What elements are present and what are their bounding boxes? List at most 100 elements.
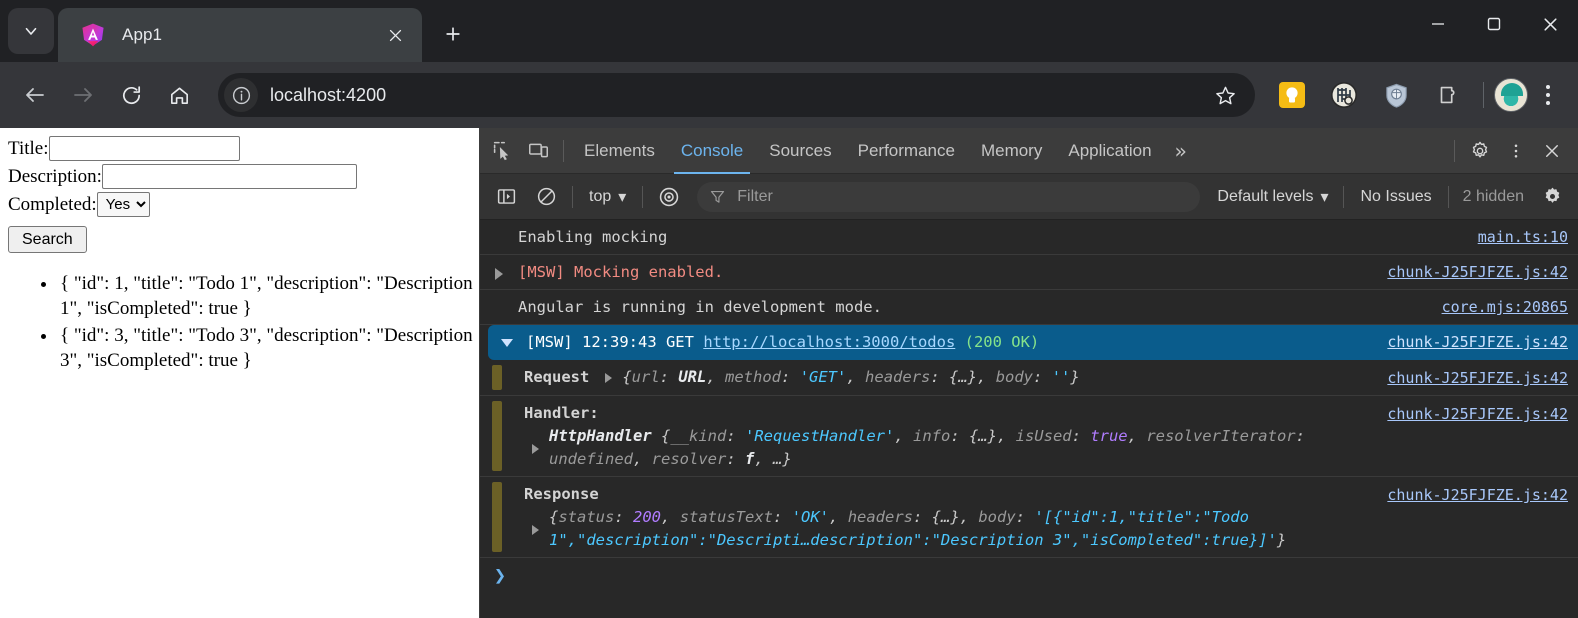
entry-source-link[interactable]: chunk-J25FJFZE.js:42 bbox=[1387, 483, 1568, 507]
minimize-icon bbox=[1432, 23, 1444, 25]
console-prompt[interactable]: ❯ bbox=[480, 558, 1578, 592]
tab-performance[interactable]: Performance bbox=[845, 128, 968, 174]
token-str: 'OK' bbox=[791, 508, 830, 526]
avatar[interactable] bbox=[1494, 78, 1528, 112]
entry-source-link[interactable]: chunk-J25FJFZE.js:42 bbox=[1387, 402, 1568, 426]
message-text: Angular is running in development mode. bbox=[518, 298, 882, 316]
search-button[interactable]: Search bbox=[8, 226, 87, 253]
close-icon bbox=[389, 29, 401, 41]
chevron-down-icon: ▾ bbox=[1320, 188, 1329, 206]
token-key: statusText bbox=[679, 508, 774, 526]
forward-button[interactable] bbox=[60, 72, 106, 118]
new-tab-button[interactable] bbox=[434, 15, 472, 53]
live-expression-icon bbox=[660, 187, 679, 206]
extension-circuit-button[interactable] bbox=[1324, 75, 1364, 115]
minimize-button[interactable] bbox=[1410, 0, 1466, 48]
title-input[interactable] bbox=[48, 136, 240, 161]
extension-lightbulb-button[interactable] bbox=[1272, 75, 1312, 115]
description-label: Description: bbox=[8, 166, 102, 187]
expand-triangle-icon[interactable] bbox=[605, 373, 613, 383]
devtools-overflow-button[interactable]: » bbox=[1165, 139, 1197, 163]
token-punct: } bbox=[1276, 531, 1287, 549]
site-info-button[interactable] bbox=[224, 78, 258, 112]
collapse-triangle-icon[interactable] bbox=[501, 339, 513, 347]
console-sidebar-icon bbox=[497, 189, 515, 204]
request-url-link[interactable]: http://localhost:3000/todos bbox=[703, 333, 955, 351]
entry-content: Request {url: URL, method: 'GET', headers… bbox=[502, 365, 1387, 390]
log-levels-select[interactable]: Default levels ▾ bbox=[1210, 184, 1335, 210]
window-close-button[interactable] bbox=[1522, 0, 1578, 48]
reload-button[interactable] bbox=[108, 72, 154, 118]
bookmark-button[interactable] bbox=[1203, 73, 1247, 117]
token-key: info bbox=[912, 427, 951, 445]
console-filter-box[interactable] bbox=[697, 181, 1201, 212]
message-source-link[interactable]: core.mjs:20865 bbox=[1442, 295, 1568, 319]
console-message[interactable]: Angular is running in development mode. c… bbox=[480, 290, 1578, 325]
token-punct: : bbox=[773, 508, 792, 526]
console-settings-button[interactable] bbox=[1534, 179, 1570, 215]
back-button[interactable] bbox=[12, 72, 58, 118]
response-status: (200 OK) bbox=[955, 333, 1040, 351]
tab-elements[interactable]: Elements bbox=[571, 128, 668, 174]
maximize-button[interactable] bbox=[1466, 0, 1522, 48]
devtools-settings-button[interactable] bbox=[1462, 133, 1498, 169]
home-button[interactable] bbox=[156, 72, 202, 118]
todo-result-item: { "id": 1, "title": "Todo 1", "descripti… bbox=[58, 271, 479, 321]
console-sidebar-button[interactable] bbox=[488, 179, 524, 215]
expand-triangle-icon[interactable] bbox=[532, 525, 539, 535]
devtools-tabbar-actions bbox=[1447, 133, 1574, 169]
tabbar-divider bbox=[563, 139, 564, 162]
arrow-left-icon bbox=[26, 88, 44, 102]
lightbulb-extension-icon bbox=[1279, 82, 1305, 108]
token-punct: { bbox=[660, 427, 671, 445]
star-icon bbox=[1215, 86, 1235, 104]
hidden-messages-count: 2 hidden bbox=[1462, 187, 1524, 205]
message-source-link[interactable]: main.ts:10 bbox=[1478, 225, 1568, 249]
content-area: Title: Description: Completed: YesNo Sea… bbox=[0, 128, 1578, 618]
tab-console[interactable]: Console bbox=[668, 128, 756, 174]
close-tab-button[interactable] bbox=[380, 20, 410, 50]
token-punct: , bbox=[661, 508, 680, 526]
browser-menu-button[interactable] bbox=[1530, 75, 1566, 115]
device-toolbar-button[interactable] bbox=[520, 133, 556, 169]
console-group-entry[interactable]: Request {url: URL, method: 'GET', headers… bbox=[480, 360, 1578, 396]
description-input[interactable] bbox=[101, 164, 357, 189]
execution-context-select[interactable]: top ▾ bbox=[581, 184, 634, 210]
gear-icon bbox=[1545, 187, 1559, 203]
extension-shield-button[interactable] bbox=[1376, 75, 1416, 115]
console-group-header[interactable]: [MSW] 12:39:43 GET http://localhost:3000… bbox=[488, 325, 1578, 360]
console-message[interactable]: [MSW] Mocking enabled. chunk-J25FJFZE.js:… bbox=[480, 255, 1578, 290]
group-source-link[interactable]: chunk-J25FJFZE.js:42 bbox=[1387, 330, 1568, 354]
close-icon bbox=[1543, 17, 1557, 31]
expand-triangle-icon[interactable] bbox=[532, 444, 539, 454]
live-expression-button[interactable] bbox=[651, 179, 687, 215]
message-text: [MSW] Mocking enabled. bbox=[518, 263, 724, 281]
inspect-element-button[interactable] bbox=[484, 133, 520, 169]
expand-triangle-icon[interactable] bbox=[495, 268, 503, 280]
web-page-viewport: Title: Description: Completed: YesNo Sea… bbox=[0, 128, 479, 618]
message-source-link[interactable]: chunk-J25FJFZE.js:42 bbox=[1387, 260, 1568, 284]
token-key: method bbox=[725, 368, 782, 386]
extensions-puzzle-button[interactable] bbox=[1428, 75, 1468, 115]
browser-tab[interactable]: App1 bbox=[58, 8, 422, 62]
console-message[interactable]: Enabling mocking main.ts:10 bbox=[480, 220, 1578, 255]
completed-select[interactable]: YesNo bbox=[96, 192, 150, 217]
tab-application[interactable]: Application bbox=[1055, 128, 1164, 174]
description-field-row: Description: bbox=[8, 164, 479, 189]
console-group-entry[interactable]: Response {status: 200, statusText: 'OK', … bbox=[480, 477, 1578, 558]
devtools-more-button[interactable] bbox=[1498, 133, 1534, 169]
issues-button[interactable]: No Issues bbox=[1352, 185, 1439, 209]
console-group-entry[interactable]: Handler: HttpHandler {__kind: 'RequestHan… bbox=[480, 396, 1578, 477]
address-bar[interactable]: localhost:4200 bbox=[218, 73, 1255, 117]
token-punct: : {…}, bbox=[913, 508, 979, 526]
console-filter-input[interactable] bbox=[735, 186, 1189, 207]
tab-search-button[interactable] bbox=[8, 8, 54, 54]
tab-sources[interactable]: Sources bbox=[756, 128, 844, 174]
devtools-close-button[interactable] bbox=[1534, 133, 1570, 169]
url-text[interactable]: localhost:4200 bbox=[258, 85, 1203, 106]
tab-memory[interactable]: Memory bbox=[968, 128, 1055, 174]
message-gutter bbox=[480, 260, 518, 280]
clear-console-button[interactable] bbox=[528, 179, 564, 215]
entry-source-link[interactable]: chunk-J25FJFZE.js:42 bbox=[1387, 366, 1568, 390]
home-icon bbox=[170, 86, 188, 104]
